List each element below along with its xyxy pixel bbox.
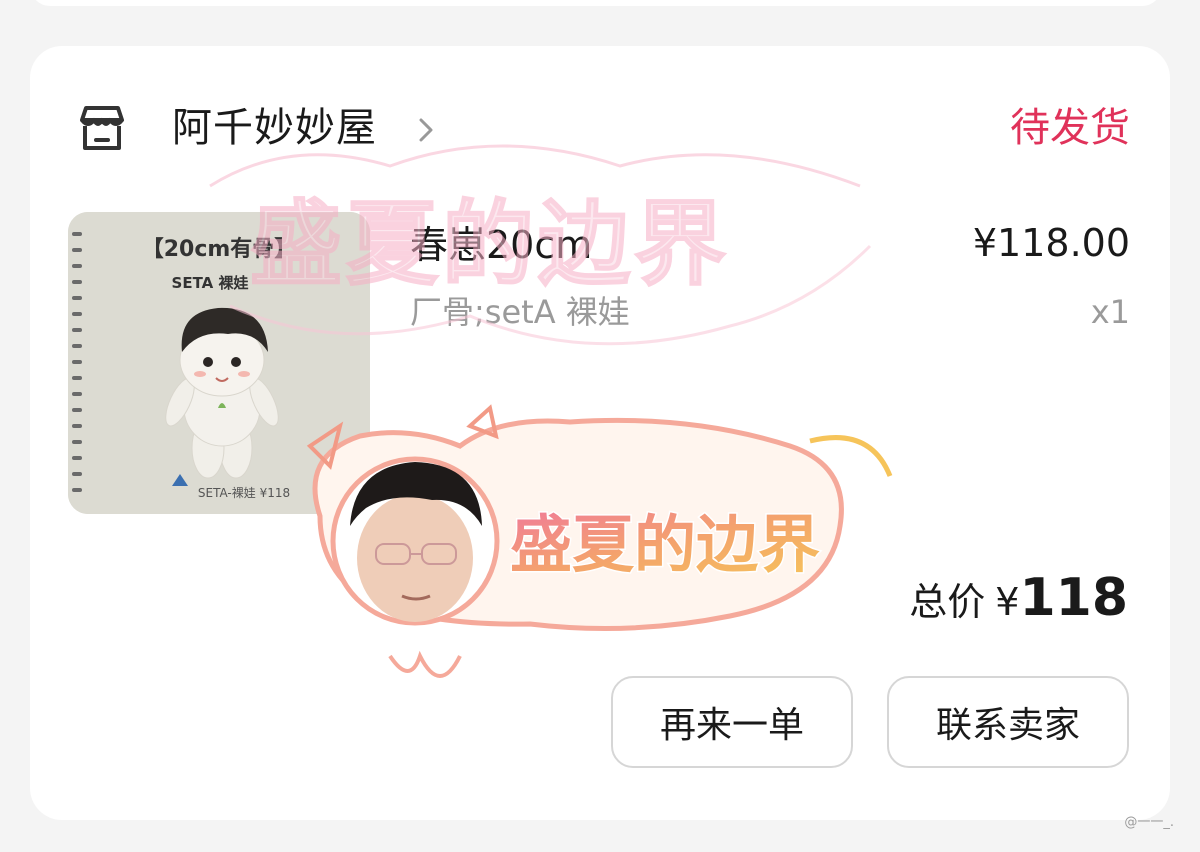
product-image: 【20cm有骨】 SETA 裸娃 SETA-裸娃 ¥118 — [68, 212, 370, 514]
product-spec: 厂骨;setA 裸娃 — [410, 293, 630, 331]
total-currency: ¥ — [995, 580, 1020, 624]
product-thumbnail[interactable]: 【20cm有骨】 SETA 裸娃 SETA-裸娃 ¥118 — [68, 212, 370, 514]
thumb-tag: SETA-裸娃 ¥118 — [198, 485, 290, 500]
shop-name[interactable]: 阿千妙妙屋 — [172, 102, 377, 154]
contact-seller-button[interactable]: 联系卖家 — [887, 676, 1129, 768]
thumb-subheader: SETA 裸娃 — [172, 274, 249, 292]
total-amount: 118 — [1019, 568, 1128, 628]
product-name[interactable]: 春崽20cm — [410, 220, 592, 270]
watermark: @一一_. — [1124, 815, 1174, 830]
order-status: 待发货 — [1010, 105, 1130, 151]
chevron-right-icon[interactable] — [416, 116, 436, 144]
previous-card — [30, 0, 1162, 6]
thumb-header: 【20cm有骨】 — [142, 236, 297, 262]
product-quantity: x1 — [1090, 293, 1130, 331]
shop-icon — [80, 106, 124, 150]
order-total: 总价 ¥118 — [909, 568, 1128, 640]
product-price: ¥118.00 — [972, 221, 1130, 265]
reorder-button[interactable]: 再来一单 — [611, 676, 853, 768]
total-label: 总价 — [909, 580, 986, 624]
